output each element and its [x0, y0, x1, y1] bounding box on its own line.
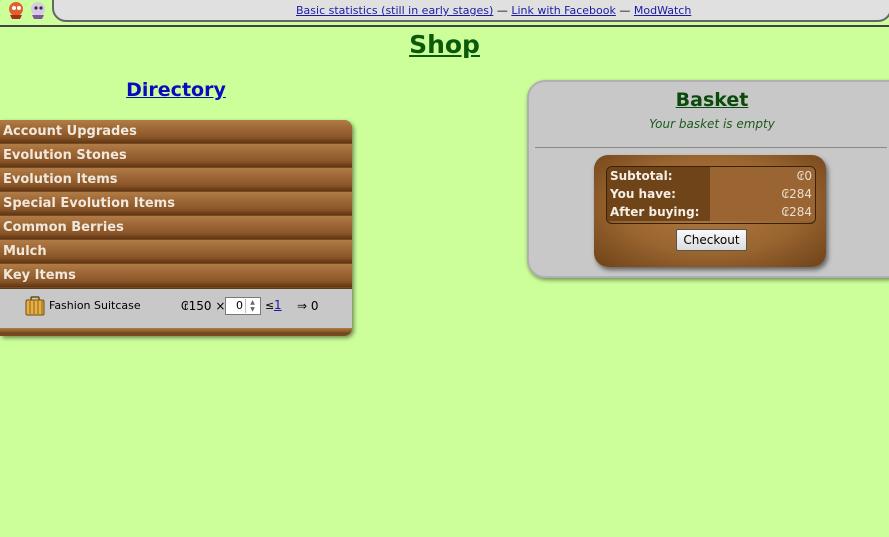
- you-have-label: You have:: [607, 185, 710, 203]
- category-account-upgrades[interactable]: Account Upgrades: [0, 120, 352, 143]
- category-special-evolution-items[interactable]: Special Evolution Items: [0, 192, 352, 215]
- item-name: Fashion Suitcase: [49, 299, 141, 312]
- header-links: Basic statistics (still in early stages)…: [296, 4, 691, 17]
- subtotal-label: Subtotal:: [607, 167, 710, 185]
- separator: —: [619, 4, 631, 17]
- category-common-berries[interactable]: Common Berries: [0, 216, 352, 239]
- category-mulch[interactable]: Mulch: [0, 240, 352, 263]
- item-price: ₢150 ×: [181, 299, 226, 313]
- header-divider: [0, 25, 889, 27]
- max-symbol: ≤: [265, 299, 275, 312]
- basket-summary: Subtotal: ₢0 You have: ₢284 After buying…: [594, 155, 826, 267]
- link-with-facebook-link[interactable]: Link with Facebook: [511, 4, 616, 17]
- quantity-stepper[interactable]: 0 ▲ ▼: [225, 297, 261, 315]
- directory-title-link[interactable]: Directory: [0, 79, 352, 101]
- spin-down-icon[interactable]: ▼: [246, 306, 259, 313]
- category-evolution-items[interactable]: Evolution Items: [0, 168, 352, 191]
- spinner[interactable]: ▲ ▼: [245, 299, 259, 313]
- basic-statistics-link[interactable]: Basic statistics (still in early stages): [296, 4, 493, 17]
- you-have-row: You have: ₢284: [607, 185, 815, 203]
- quantity-value: 0: [236, 299, 243, 312]
- after-buying-row: After buying: ₢284: [607, 203, 815, 221]
- basket-title: Basket: [675, 89, 749, 111]
- max-quantity-link[interactable]: 1: [274, 298, 282, 312]
- you-have-value: ₢284: [710, 185, 815, 203]
- summary-table: Subtotal: ₢0 You have: ₢284 After buying…: [606, 166, 816, 224]
- basket-divider: [535, 147, 887, 148]
- subtotal-row: Subtotal: ₢0: [607, 167, 815, 185]
- directory-footer: [0, 328, 352, 334]
- suitcase-icon: [25, 296, 45, 316]
- directory-panel: Account Upgrades Evolution Stones Evolut…: [0, 120, 352, 336]
- top-bar: Basic statistics (still in early stages)…: [0, 0, 889, 27]
- basket-panel: Basket Your basket is empty Subtotal: ₢0…: [527, 80, 889, 278]
- after-buying-value: ₢284: [710, 203, 815, 221]
- item-total: ⇒ 0: [297, 299, 319, 313]
- modwatch-link[interactable]: ModWatch: [634, 4, 691, 17]
- basket-status: Your basket is empty: [649, 117, 775, 131]
- category-key-items[interactable]: Key Items: [0, 264, 352, 287]
- item-row: Fashion Suitcase ₢150 × 0 ▲ ▼ ≤ 1 ⇒ 0: [0, 288, 352, 328]
- trainer-sprites-icon: [9, 2, 45, 19]
- spin-up-icon[interactable]: ▲: [246, 299, 259, 306]
- separator: —: [496, 4, 508, 17]
- checkout-button[interactable]: Checkout: [676, 229, 747, 251]
- after-buying-label: After buying:: [607, 203, 710, 221]
- subtotal-value: ₢0: [710, 167, 815, 185]
- page-title: Shop: [409, 30, 480, 59]
- category-evolution-stones[interactable]: Evolution Stones: [0, 144, 352, 167]
